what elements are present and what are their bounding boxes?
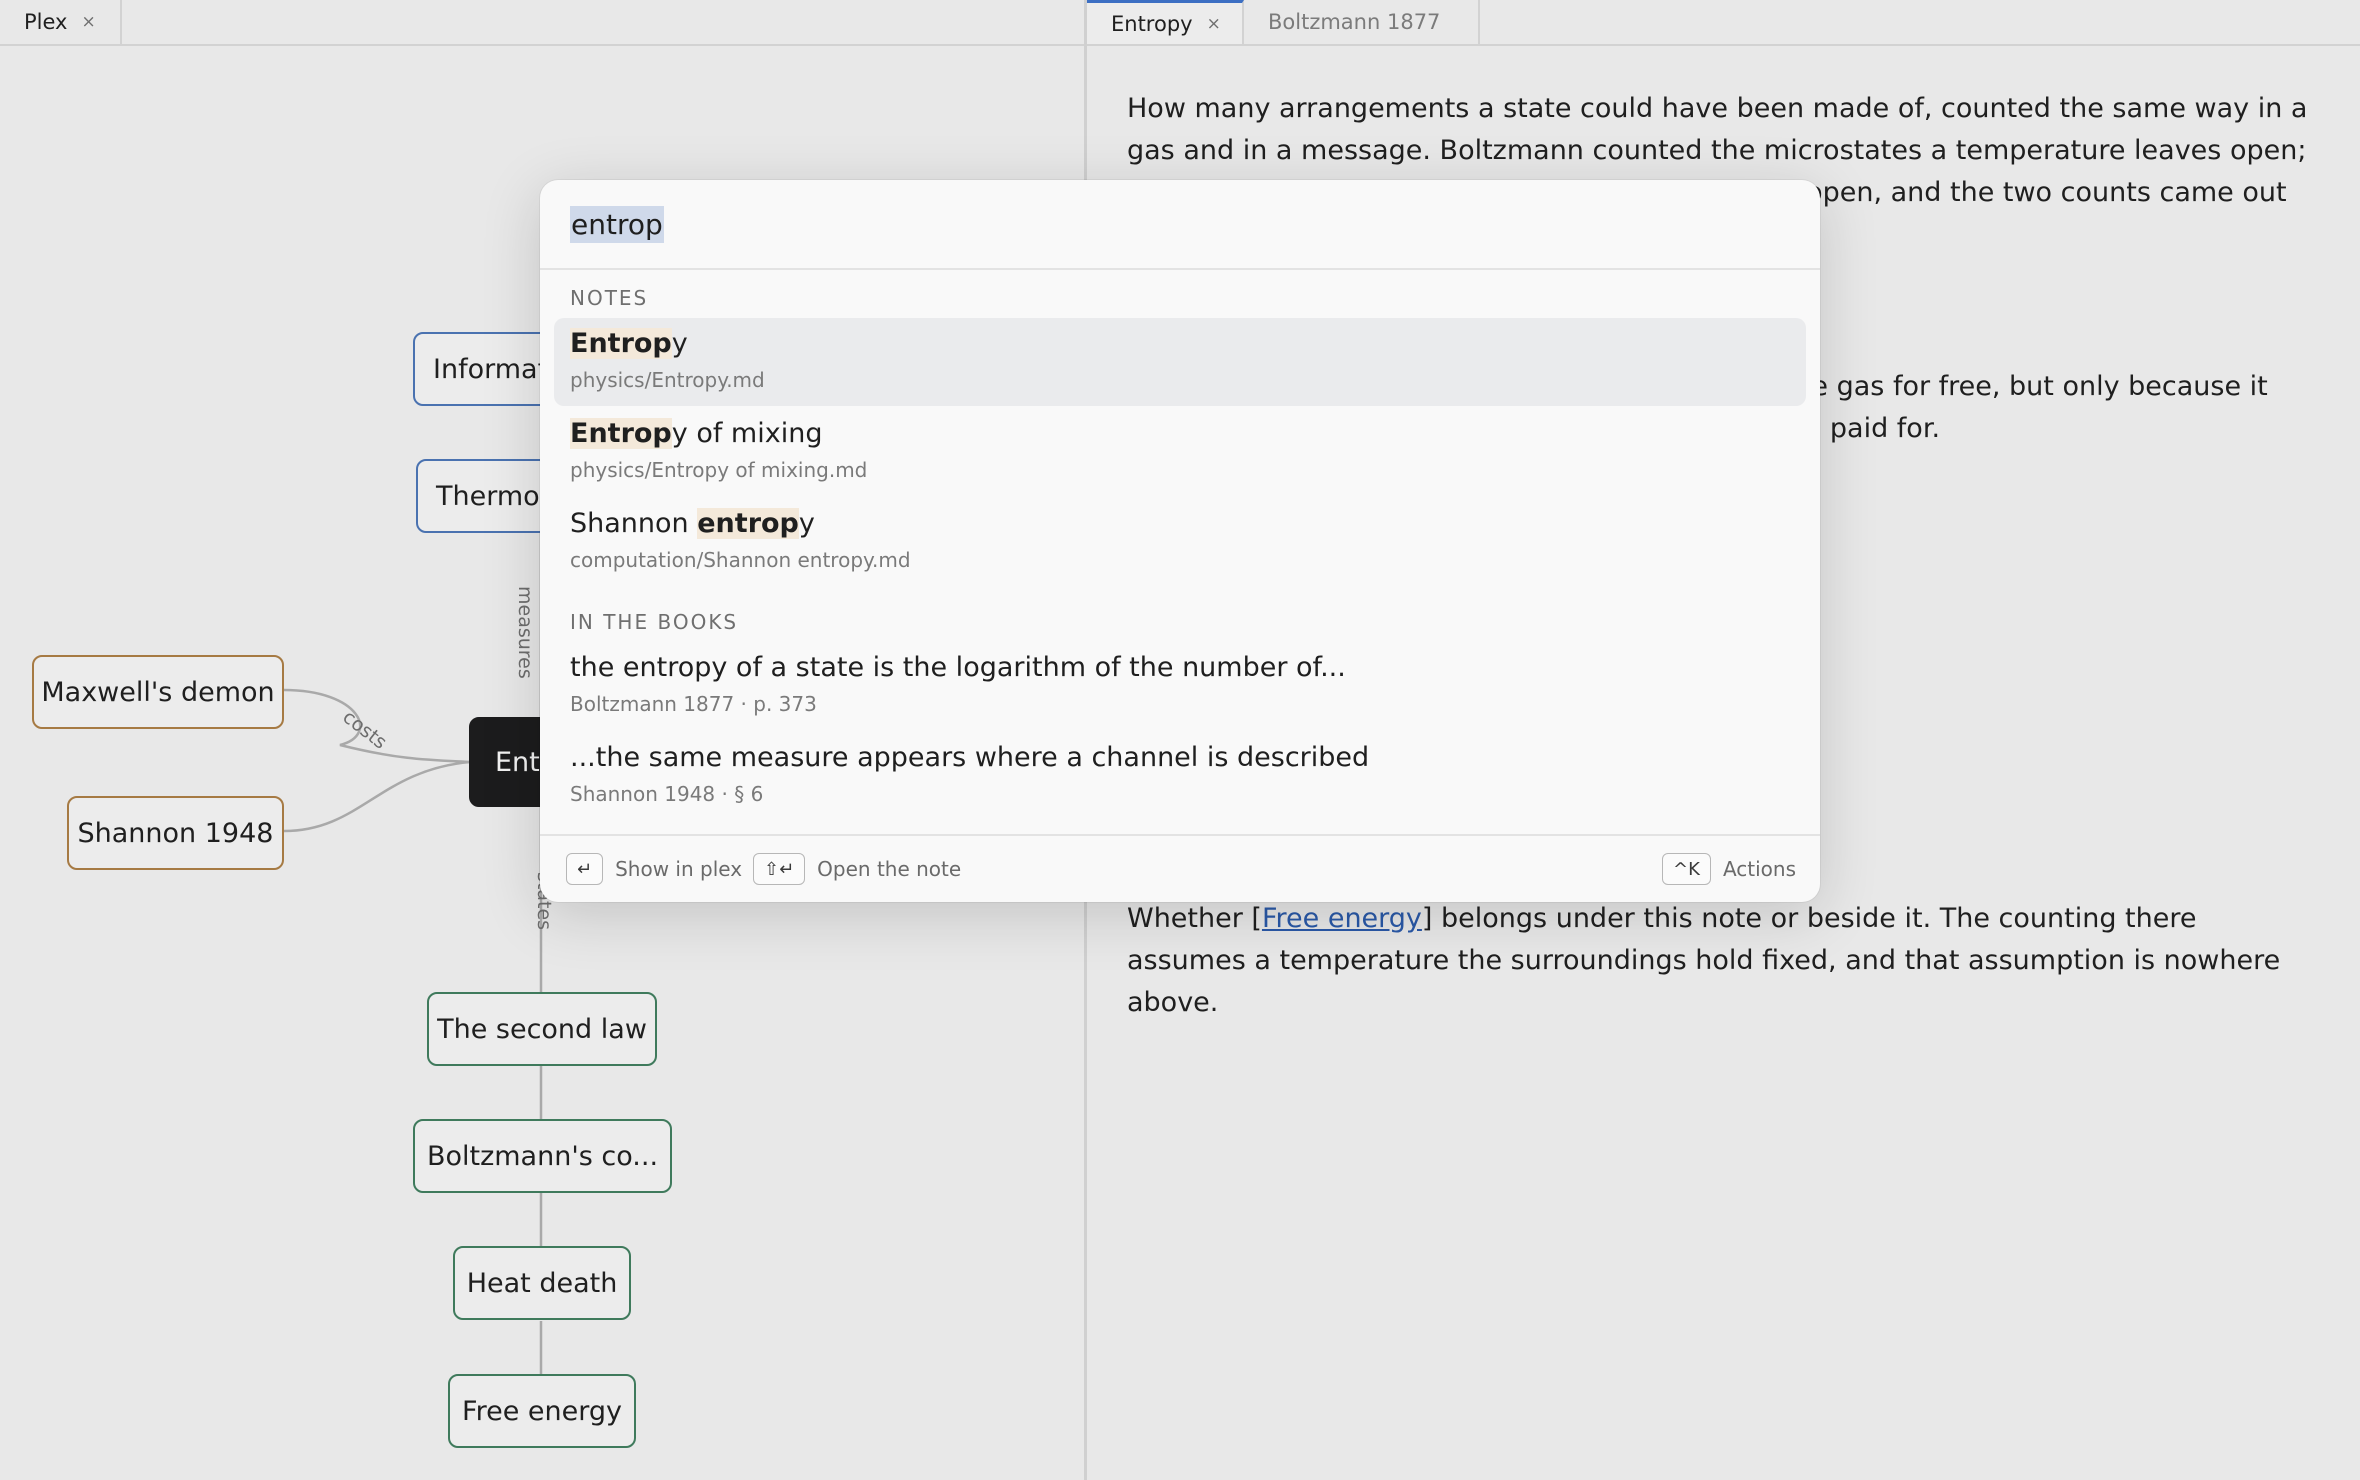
tab-plex[interactable]: Plex × — [0, 0, 122, 44]
node-free-energy[interactable]: Free energy — [448, 1374, 636, 1448]
close-icon[interactable]: × — [81, 12, 95, 32]
tab-plex-label: Plex — [24, 10, 68, 34]
result-title: Entropy of mixing — [570, 418, 823, 449]
node-boltzmann-label: Boltzmann's co... — [426, 1140, 659, 1172]
close-icon[interactable]: × — [1207, 14, 1221, 34]
node-shannon-1948[interactable]: Shannon 1948 — [67, 796, 284, 870]
node-second-law-label: The second law — [437, 1013, 647, 1045]
node-maxwell-label: Maxwell's demon — [41, 676, 275, 708]
hint-open-note[interactable]: ⇧↵ Open the note — [753, 853, 961, 885]
doc-p4-before: Whether [ — [1127, 903, 1262, 934]
node-shannon-label: Shannon 1948 — [77, 817, 274, 849]
hint-open-label: Open the note — [817, 857, 962, 881]
hint-actions[interactable]: ^K Actions — [1662, 853, 1796, 885]
tab-boltzmann-1877[interactable]: Boltzmann 1877 — [1244, 0, 1480, 44]
node-maxwells-demon[interactable]: Maxwell's demon — [32, 655, 284, 729]
node-free-energy-label: Free energy — [462, 1395, 622, 1427]
left-tab-bar: Plex × — [0, 0, 1084, 46]
tab-entropy-label: Entropy — [1111, 11, 1193, 36]
match-highlight: entrop — [697, 508, 799, 539]
result-title: Shannon entropy — [570, 508, 815, 539]
edge-label-measures: measures — [514, 586, 536, 679]
result-book-passage[interactable]: ...the same measure appears where a chan… — [554, 732, 1806, 820]
result-book-passage[interactable]: the entropy of a state is the logarithm … — [554, 642, 1806, 730]
doc-paragraph-4: Whether [Free energy] belongs under this… — [1127, 898, 2317, 1024]
ctrl-k-key-icon: ^K — [1662, 853, 1711, 885]
passage-text: the entropy of a state is the logarithm … — [570, 652, 1346, 683]
passage-source: Shannon 1948 · § 6 — [570, 782, 764, 806]
result-note[interactable]: Entropy of mixing physics/Entropy of mix… — [554, 408, 1806, 496]
node-second-law[interactable]: The second law — [427, 992, 657, 1066]
result-path: physics/Entropy.md — [570, 368, 765, 392]
node-heat-death-label: Heat death — [466, 1267, 618, 1299]
hint-actions-label: Actions — [1722, 857, 1796, 881]
node-heat-death[interactable]: Heat death — [453, 1246, 631, 1320]
palette-footer: ↵ Show in plex ⇧↵ Open the note ^K Actio… — [540, 834, 1820, 902]
search-query[interactable]: entrop — [570, 205, 664, 243]
result-path: computation/Shannon entropy.md — [570, 548, 911, 572]
tab-boltzmann-label: Boltzmann 1877 — [1268, 10, 1441, 34]
free-energy-link[interactable]: Free energy — [1262, 903, 1422, 934]
passage-text: ...the same measure appears where a chan… — [570, 742, 1370, 773]
tab-entropy[interactable]: Entropy × — [1087, 0, 1244, 44]
match-highlight: Entrop — [570, 418, 672, 449]
shift-return-key-icon: ⇧↵ — [753, 853, 806, 885]
result-note[interactable]: Shannon entropy computation/Shannon entr… — [554, 498, 1806, 586]
edge-shannon-entropy — [283, 760, 471, 833]
result-note[interactable]: Entropy physics/Entropy.md — [554, 318, 1806, 406]
hint-show-label: Show in plex — [615, 857, 743, 881]
result-title: Entropy — [570, 328, 688, 359]
passage-source: Boltzmann 1877 · p. 373 — [570, 692, 817, 716]
search-palette: entrop NOTES Entropy physics/Entropy.md … — [540, 180, 1820, 902]
section-in-the-books: IN THE BOOKS — [570, 610, 739, 634]
right-tab-bar: Entropy × Boltzmann 1877 — [1087, 0, 2360, 46]
hint-show-in-plex[interactable]: ↵ Show in plex — [566, 853, 742, 885]
section-notes: NOTES — [570, 286, 649, 310]
search-input[interactable]: entrop — [540, 180, 1820, 270]
node-boltzmann[interactable]: Boltzmann's co... — [413, 1119, 672, 1193]
result-path: physics/Entropy of mixing.md — [570, 458, 868, 482]
match-highlight: Entrop — [570, 328, 672, 359]
return-key-icon: ↵ — [566, 853, 604, 885]
